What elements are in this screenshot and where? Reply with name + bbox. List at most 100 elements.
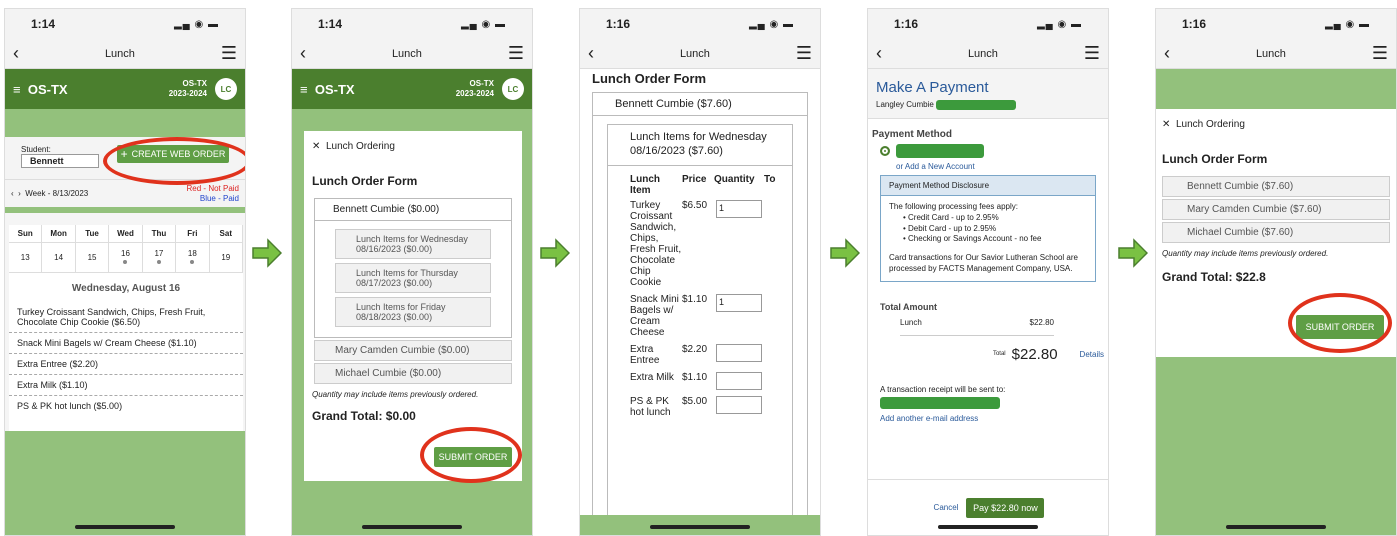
- date-cell[interactable]: 17: [143, 243, 177, 272]
- avatar[interactable]: LC: [215, 78, 237, 100]
- quantity-input[interactable]: [716, 395, 762, 414]
- student-select[interactable]: Bennett: [21, 154, 99, 168]
- item-price: $2.20: [682, 343, 708, 355]
- hamburger-menu-icon[interactable]: ☰: [796, 43, 812, 64]
- back-chevron-icon[interactable]: ‹: [300, 43, 306, 64]
- school-year: 2023-2024: [168, 89, 207, 98]
- status-bar: 1:14 ▂▄ ◉ ▬: [5, 9, 245, 39]
- day-header: Lunch Items for Wednesday 08/16/2023 ($7…: [608, 125, 792, 166]
- date-number: 13: [20, 253, 30, 262]
- avatar[interactable]: LC: [502, 78, 524, 100]
- date-cell[interactable]: 14: [42, 243, 76, 272]
- student-row[interactable]: Mary Camden Cumbie ($7.60): [1162, 199, 1390, 220]
- student-row[interactable]: Bennett Cumbie ($7.60): [1162, 176, 1390, 197]
- day-header: Sun: [9, 225, 43, 243]
- date-cell[interactable]: 18: [176, 243, 210, 272]
- item-name: Turkey Croissant Sandwich, Chips, Fresh …: [630, 199, 682, 288]
- nav-bar: ‹ Lunch ☰: [580, 39, 820, 69]
- disclosure-body: Card transactions for Our Savior Luthera…: [889, 253, 1078, 273]
- back-chevron-icon[interactable]: ‹: [13, 43, 19, 64]
- signal-wifi-battery-icon: ▂▄ ◉ ▬: [1324, 18, 1370, 30]
- student-row[interactable]: Michael Cumbie ($7.60): [1162, 222, 1390, 243]
- status-time: 1:14: [318, 17, 343, 31]
- hamburger-menu-icon[interactable]: ☰: [1084, 43, 1100, 64]
- home-indicator: [75, 525, 175, 529]
- highlight-submit: [1288, 293, 1392, 353]
- signal-wifi-battery-icon: ▂▄ ◉ ▬: [460, 18, 506, 30]
- fee-text: Checking or Savings Account - no fee: [908, 234, 1042, 244]
- ordering-title: Lunch Ordering: [325, 141, 395, 152]
- date-cell[interactable]: 19: [210, 243, 243, 272]
- home-indicator: [938, 525, 1038, 529]
- fee-item: • Debit Card - up to 2.95%: [903, 223, 997, 233]
- student-row[interactable]: Bennett Cumbie ($0.00): [315, 199, 511, 221]
- table-row: Turkey Croissant Sandwich, Chips, Fresh …: [630, 199, 792, 288]
- date-cell[interactable]: 15: [76, 243, 110, 272]
- table-row: Extra Entree $2.20: [630, 343, 792, 366]
- menu-icon[interactable]: ≡: [13, 82, 21, 97]
- receipt-note: A transaction receipt will be sent to:: [880, 384, 1006, 394]
- grand-total: Grand Total: $22.8: [1162, 270, 1266, 284]
- status-time: 1:14: [31, 17, 56, 31]
- nav-title: Lunch: [104, 47, 135, 60]
- grand-total: Grand Total: $0.00: [312, 409, 416, 423]
- payment-header: Make A Payment Langley Cumbie: [868, 69, 1108, 119]
- student-row[interactable]: Michael Cumbie ($0.00): [314, 363, 512, 384]
- day-items-button[interactable]: Lunch Items for Friday 08/18/2023 ($0.00…: [335, 297, 491, 327]
- item-price: $5.00: [682, 395, 708, 407]
- student-row[interactable]: Bennett Cumbie ($7.60): [593, 93, 807, 116]
- add-email-link[interactable]: Add another e-mail address: [880, 414, 1096, 423]
- menu-icon[interactable]: ≡: [300, 82, 308, 97]
- add-account-link[interactable]: or Add a New Account: [896, 162, 1104, 171]
- selected-day-title: Wednesday, August 16: [9, 272, 243, 302]
- quantity-input[interactable]: 1: [716, 293, 762, 312]
- nav-title: Lunch: [967, 47, 998, 60]
- day-items-button[interactable]: Lunch Items for Thursday 08/17/2023 ($0.…: [335, 263, 491, 293]
- form-title: Lunch Order Form: [312, 174, 418, 188]
- header-spacer: [1156, 69, 1396, 109]
- table-header: Lunch Item Price Quantity To: [630, 174, 792, 196]
- prev-week-icon[interactable]: ‹: [11, 189, 14, 198]
- quantity-input[interactable]: [716, 371, 762, 390]
- hamburger-menu-icon[interactable]: ☰: [1372, 43, 1388, 64]
- details-link[interactable]: Details: [1080, 350, 1104, 359]
- cancel-button[interactable]: Cancel: [934, 503, 959, 512]
- nav-bar: ‹ Lunch ☰: [868, 39, 1108, 69]
- fork-knife-icon: ✕: [312, 141, 321, 152]
- menu-item: PS & PK hot lunch ($5.00): [17, 401, 123, 411]
- status-time: 1:16: [606, 17, 631, 31]
- phone-screen-5: 1:16 ▂▄ ◉ ▬ ‹ Lunch ☰ ✕ Lunch Ordering L…: [1155, 8, 1397, 536]
- back-chevron-icon[interactable]: ‹: [1164, 43, 1170, 64]
- redacted-block: [880, 396, 1000, 409]
- total-label: Total: [992, 351, 1006, 358]
- back-chevron-icon[interactable]: ‹: [876, 43, 882, 64]
- ordering-title: Lunch Ordering: [1175, 119, 1245, 130]
- hamburger-menu-icon[interactable]: ☰: [221, 43, 237, 64]
- total-amount-label: Total Amount: [880, 301, 937, 312]
- date-cell[interactable]: 16: [109, 243, 143, 272]
- day-items-button[interactable]: Lunch Items for Wednesday 08/16/2023 ($0…: [335, 229, 491, 259]
- order-dot-icon: [123, 260, 128, 264]
- table-row: PS & PK hot lunch $5.00: [630, 395, 792, 418]
- payment-title: Make A Payment: [876, 79, 989, 96]
- next-step-arrow-icon: [540, 238, 570, 268]
- date-cell[interactable]: 13: [9, 243, 43, 272]
- next-step-arrow-icon: [1118, 238, 1148, 268]
- fee-text: Credit Card - up to 2.95%: [908, 212, 999, 222]
- payer-name: Langley Cumbie: [876, 100, 934, 110]
- quantity-input[interactable]: [716, 343, 762, 362]
- hamburger-menu-icon[interactable]: ☰: [508, 43, 524, 64]
- nav-title: Lunch: [391, 47, 422, 60]
- disclosure-title: Payment Method Disclosure: [881, 176, 1095, 196]
- fee-item: • Checking or Savings Account - no fee: [903, 234, 1042, 244]
- pay-now-button[interactable]: Pay $22.80 now: [966, 497, 1045, 518]
- back-chevron-icon[interactable]: ‹: [588, 43, 594, 64]
- next-week-icon[interactable]: ›: [18, 189, 21, 198]
- item-price: $1.10: [682, 371, 708, 383]
- quantity-input[interactable]: 1: [716, 199, 762, 218]
- payment-radio[interactable]: [880, 146, 890, 156]
- student-row[interactable]: Mary Camden Cumbie ($0.00): [314, 340, 512, 361]
- day-header: Sat: [209, 225, 243, 243]
- page-bg: [1156, 357, 1396, 535]
- menu-item: Turkey Croissant Sandwich, Chips, Fresh …: [9, 302, 243, 333]
